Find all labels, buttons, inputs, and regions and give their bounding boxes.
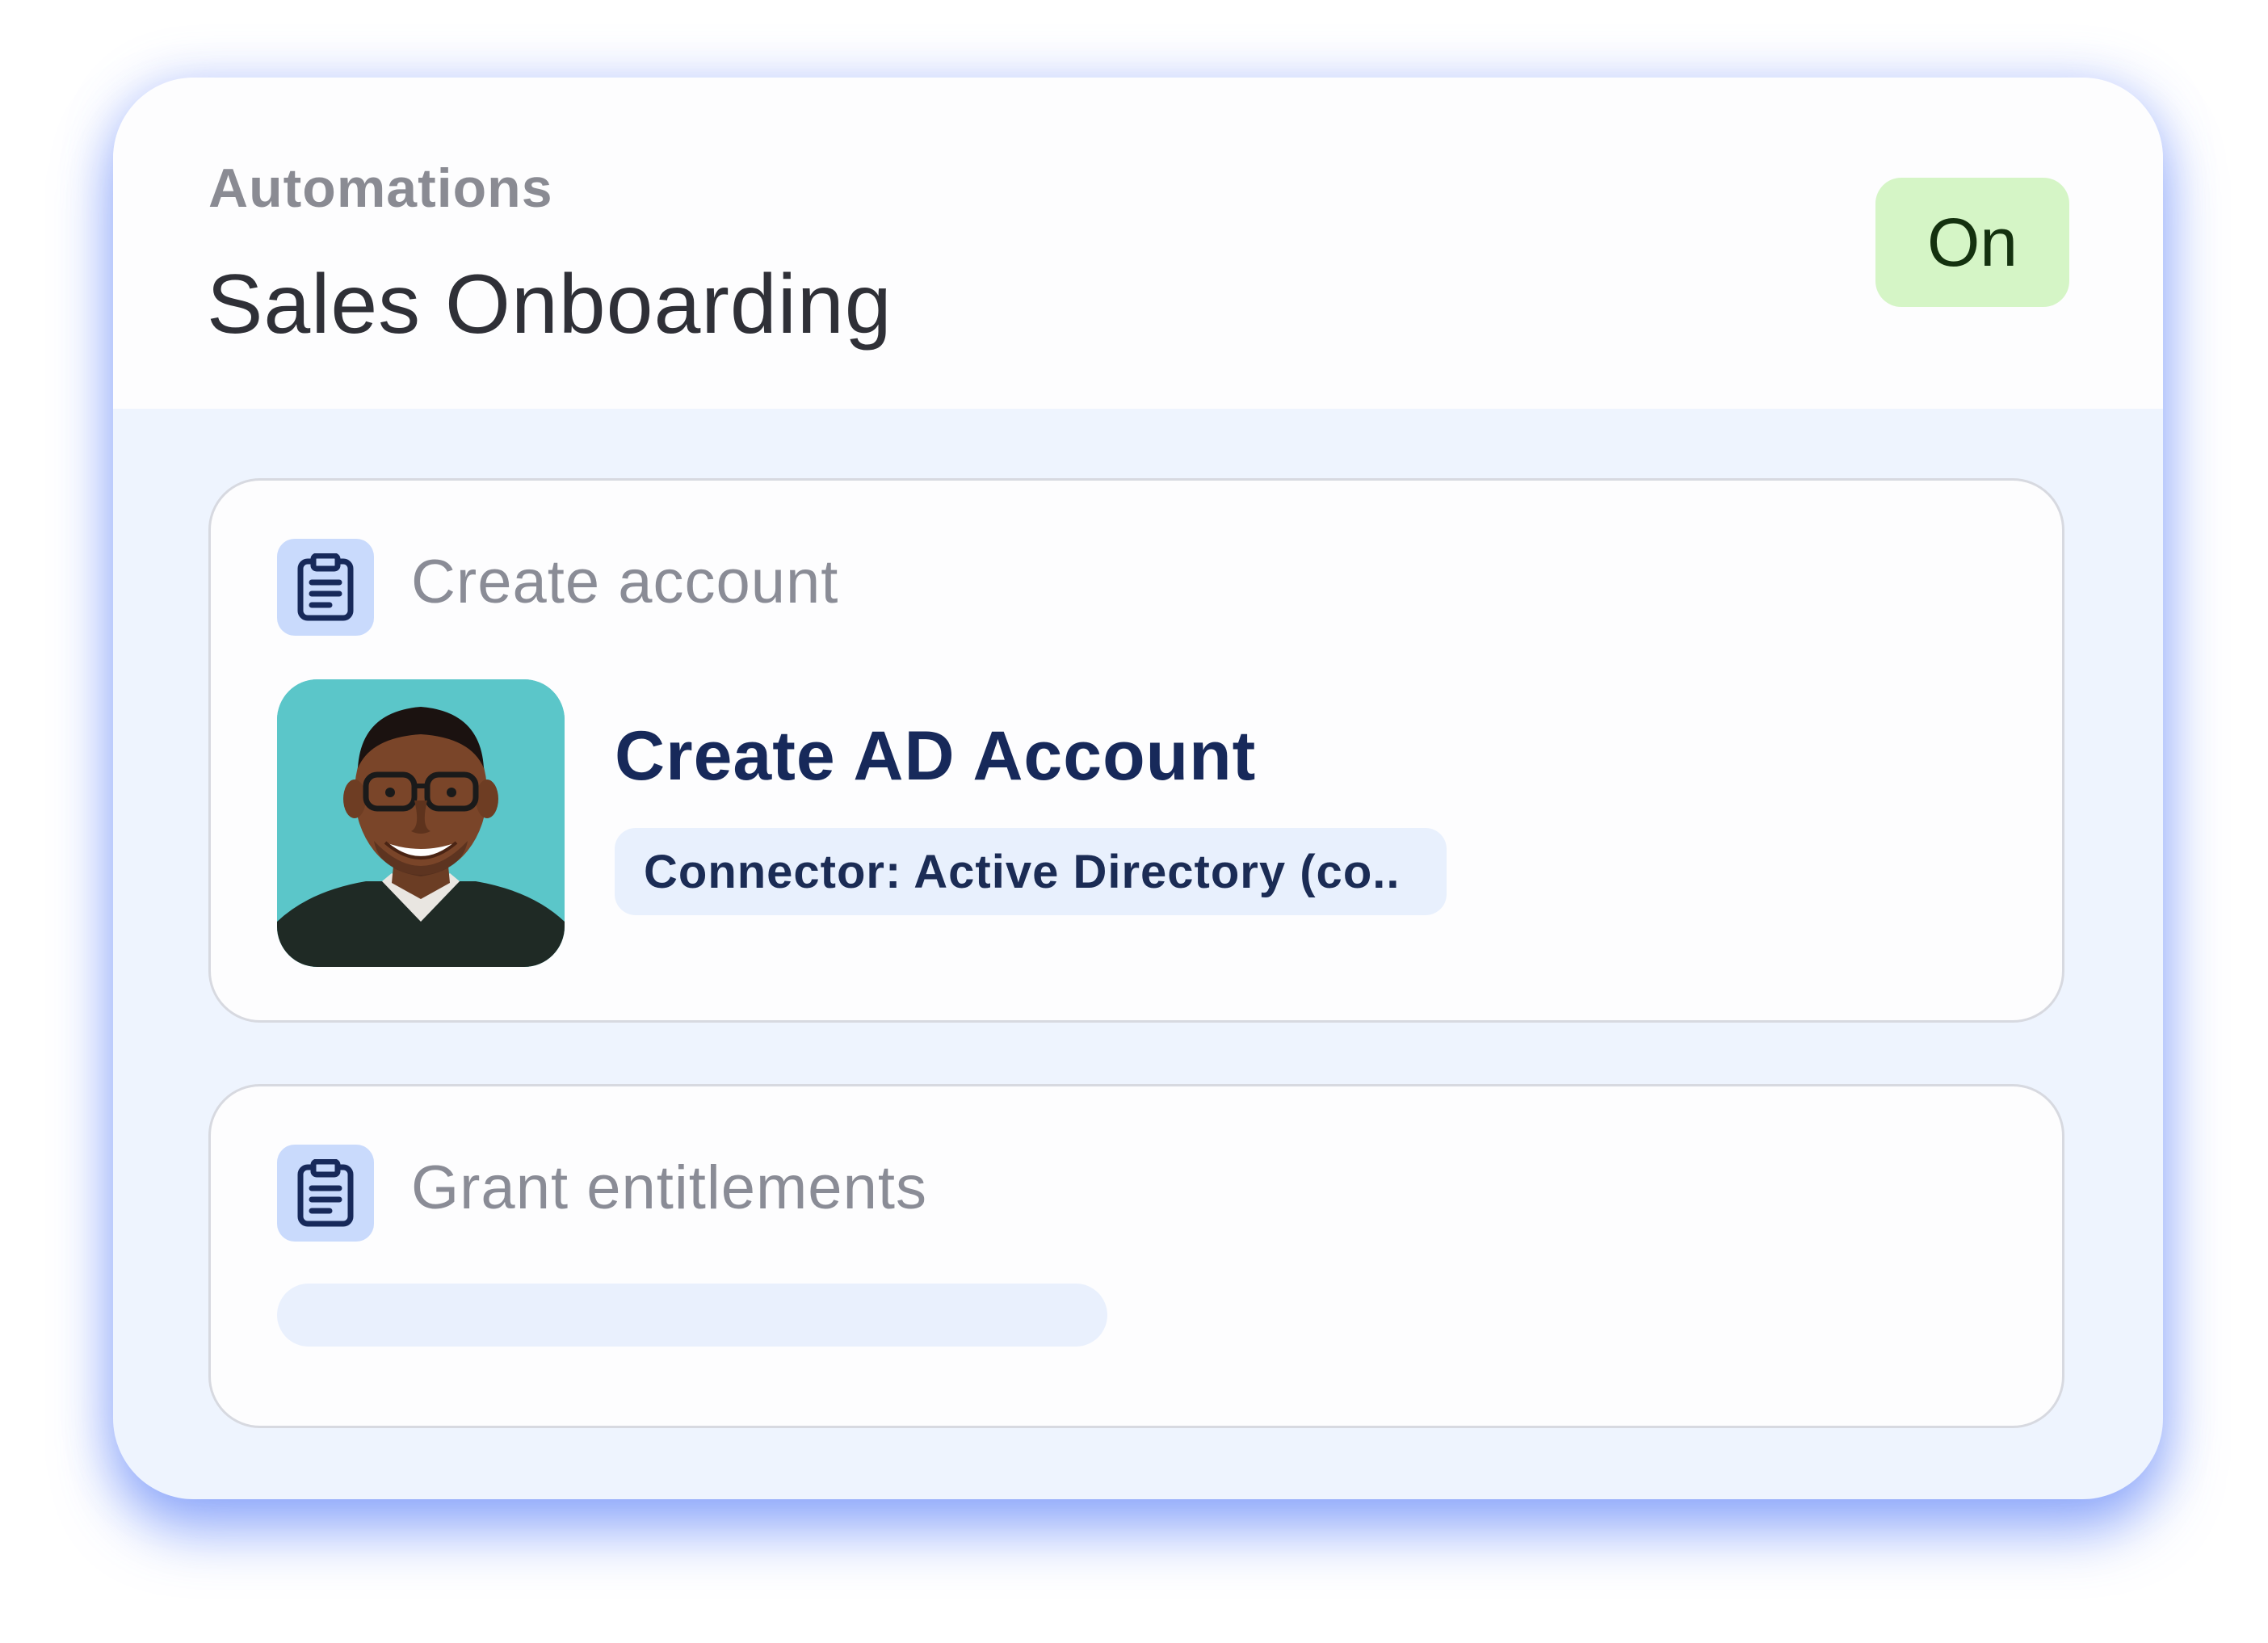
step-create-account[interactable]: Create account Create AD Account Connect…: [208, 478, 2064, 1023]
automation-title: Sales Onboarding: [207, 258, 892, 351]
avatar: [277, 679, 565, 967]
clipboard-icon: [277, 1145, 374, 1242]
loading-placeholder: [277, 1284, 1107, 1347]
step-grant-entitlements[interactable]: Grant entitlements: [208, 1084, 2064, 1428]
section-label: Automations: [208, 158, 553, 219]
task-title[interactable]: Create AD Account: [615, 716, 1256, 796]
canvas: Automations Sales Onboarding On Create a…: [0, 0, 2268, 1643]
step-label: Create account: [411, 548, 839, 616]
automation-card: Automations Sales Onboarding On Create a…: [113, 78, 2163, 1499]
step-label: Grant entitlements: [411, 1153, 927, 1222]
status-toggle[interactable]: On: [1875, 178, 2069, 307]
card-header: Automations Sales Onboarding On: [113, 78, 2163, 409]
connector-chip[interactable]: Connector: Active Directory (co..: [615, 828, 1447, 915]
clipboard-icon: [277, 539, 374, 636]
